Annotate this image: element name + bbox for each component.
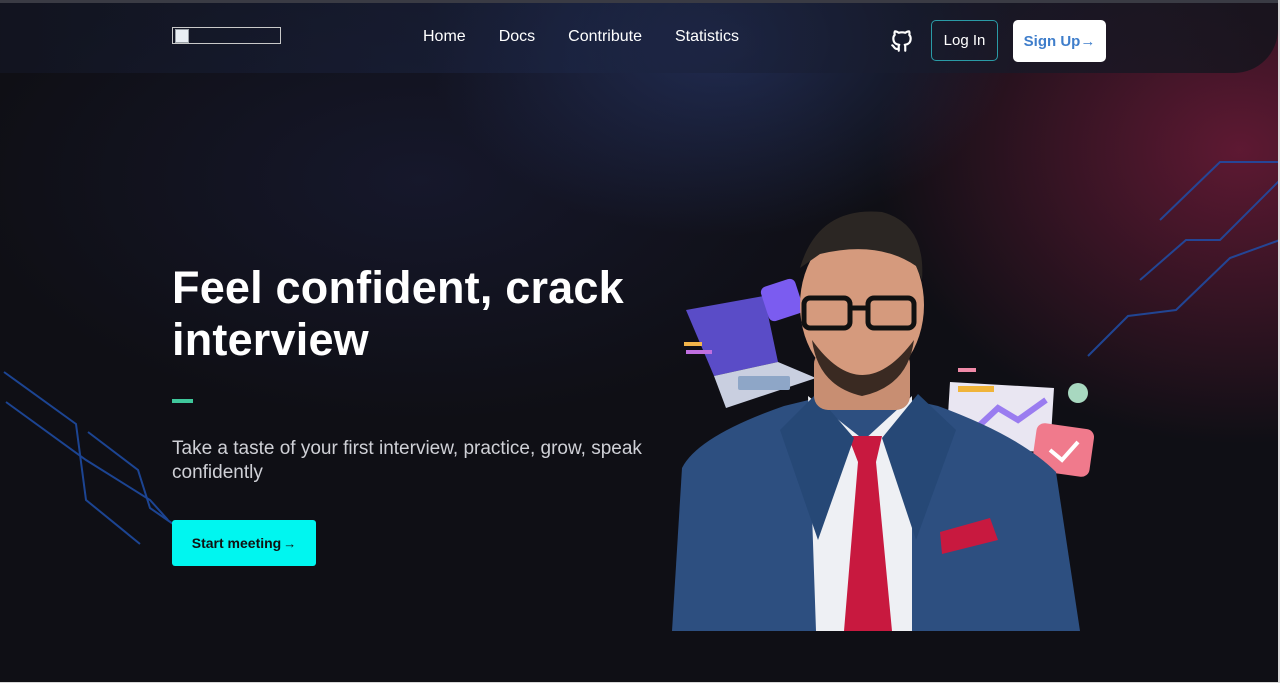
hero-subtitle: Take a taste of your first interview, pr… — [172, 438, 642, 483]
accent-divider — [172, 399, 193, 403]
nav-link-contribute[interactable]: Contribute — [568, 28, 642, 46]
broken-image-icon — [175, 29, 189, 43]
landing-page: Home Docs Contribute Statistics Log In S… — [0, 0, 1280, 683]
nav-link-statistics[interactable]: Statistics — [675, 28, 739, 46]
signup-button-label: Sign Up — [1023, 32, 1081, 50]
left-line-2 — [5, 401, 169, 521]
start-meeting-label: Start meeting — [191, 535, 282, 551]
right-line-2 — [1139, 179, 1280, 281]
github-icon[interactable] — [889, 27, 915, 55]
right-line-3 — [1087, 239, 1280, 357]
nav-links: Home Docs Contribute Statistics — [423, 28, 772, 46]
site-logo[interactable] — [172, 27, 281, 44]
arrow-right-icon: → — [283, 535, 297, 551]
arrow-right-icon: → — [1080, 32, 1096, 50]
hero-title: Feel confident, crack interview — [172, 262, 624, 365]
right-line-1 — [1159, 161, 1280, 221]
laptop-illustration — [684, 278, 816, 408]
nav-link-docs[interactable]: Docs — [499, 28, 535, 46]
login-button[interactable]: Log In — [931, 20, 998, 61]
hero-illustration — [672, 211, 1095, 631]
left-line-1 — [3, 371, 141, 545]
nav-link-home[interactable]: Home — [423, 28, 466, 46]
start-meeting-button[interactable]: Start meeting → — [172, 520, 316, 566]
top-navbar: Home Docs Contribute Statistics Log In S… — [0, 3, 1278, 73]
signup-button[interactable]: Sign Up → — [1013, 20, 1106, 62]
